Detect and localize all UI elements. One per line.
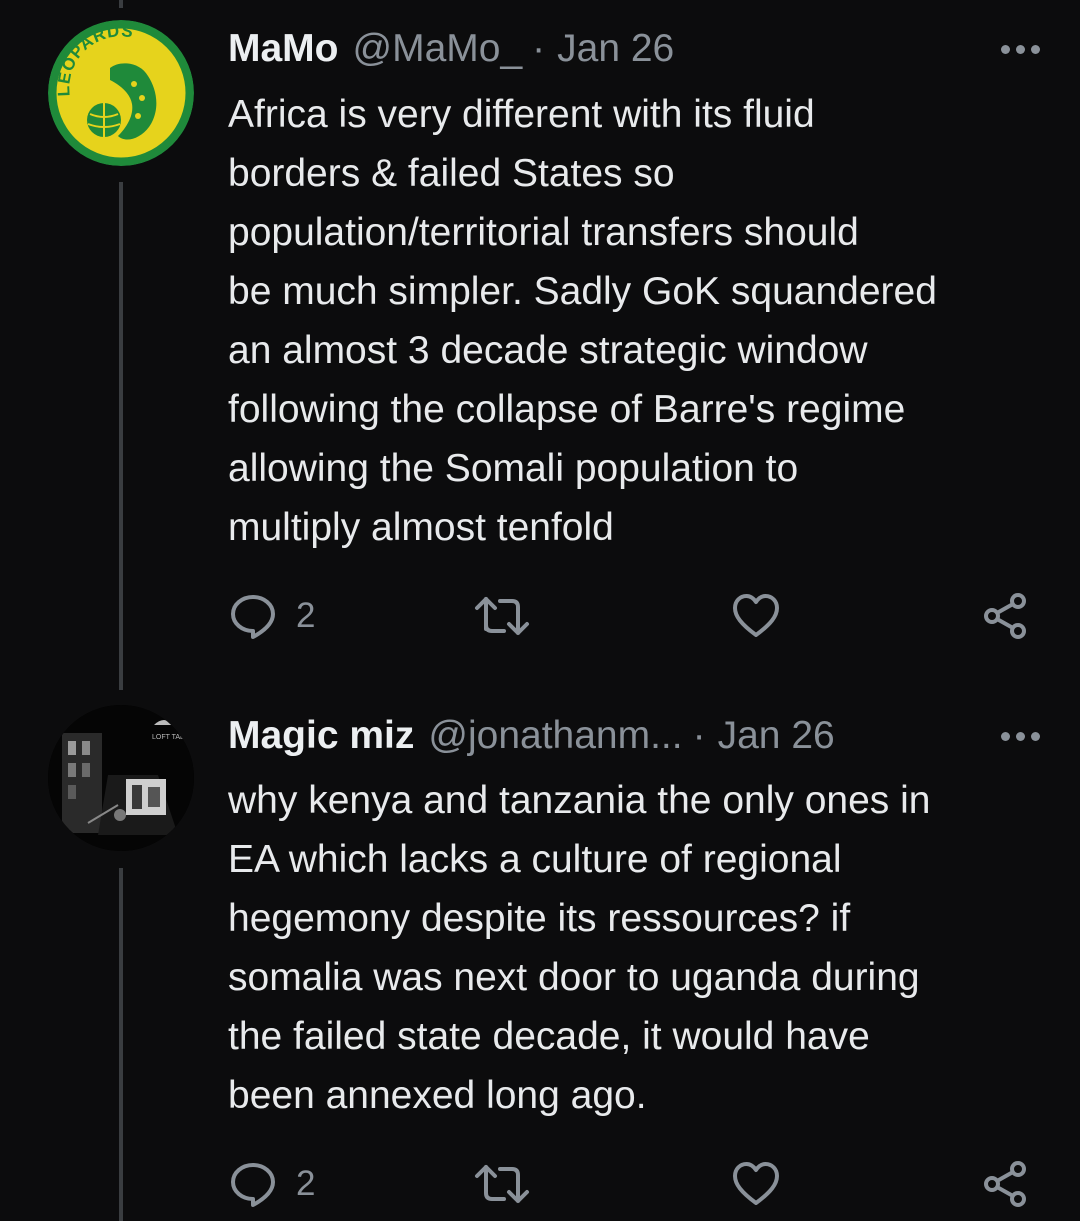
heart-icon (733, 1162, 779, 1205)
heart-icon (733, 594, 779, 637)
reply-button[interactable]: 2 (228, 1156, 315, 1212)
retweet-icon (475, 1165, 529, 1203)
tweet[interactable]: LEOPARDS MaMo @MaMo_ · Jan 26 Africa is … (0, 0, 1080, 690)
avatar[interactable]: LOFT TALK (48, 705, 194, 851)
author-handle[interactable]: @jonathanm... (428, 714, 682, 758)
share-icon (984, 593, 1026, 639)
like-button[interactable] (731, 588, 781, 644)
reply-button[interactable]: 2 (228, 588, 315, 644)
separator-dot: · (532, 27, 546, 70)
tweet-actions: 2 (228, 1156, 1038, 1212)
share-button[interactable] (980, 588, 1030, 644)
reply-count: 2 (296, 596, 316, 635)
tweet-text: Africa is very different with its fluid … (228, 93, 937, 549)
author-handle[interactable]: @MaMo_ (353, 27, 523, 71)
avatar[interactable]: LEOPARDS (48, 20, 194, 166)
reply-icon (231, 1163, 275, 1207)
share-icon (984, 1161, 1026, 1207)
reply-count: 2 (296, 1164, 316, 1203)
author-name[interactable]: Magic miz (228, 714, 414, 758)
avatar-logo-text: LOFT TALK (152, 734, 189, 741)
tweet-date[interactable]: Jan 26 (557, 27, 674, 71)
separator-dot: · (692, 714, 706, 757)
author-name[interactable]: MaMo (228, 27, 339, 71)
tweet-header: MaMo @MaMo_ · Jan 26 (228, 24, 1060, 74)
tweet[interactable]: LOFT TALK Magic miz @jonathanm... · Jan … (0, 690, 1080, 1221)
retweet-icon (475, 597, 529, 635)
more-icon[interactable] (1001, 24, 1040, 74)
like-button[interactable] (731, 1156, 781, 1212)
loft-talk-avatar-icon: LOFT TALK (48, 705, 194, 851)
tweet-text: why kenya and tanzania the only ones in … (228, 779, 931, 1117)
leopards-logo-icon: LEOPARDS (48, 20, 194, 166)
retweet-button[interactable] (472, 588, 532, 644)
tweet-actions: 2 (228, 588, 1038, 644)
reply-icon (231, 595, 275, 639)
tweet-date[interactable]: Jan 26 (718, 714, 835, 758)
share-button[interactable] (980, 1156, 1030, 1212)
tweet-header: Magic miz @jonathanm... · Jan 26 (228, 711, 1060, 761)
retweet-button[interactable] (472, 1156, 532, 1212)
more-icon[interactable] (1001, 711, 1040, 761)
